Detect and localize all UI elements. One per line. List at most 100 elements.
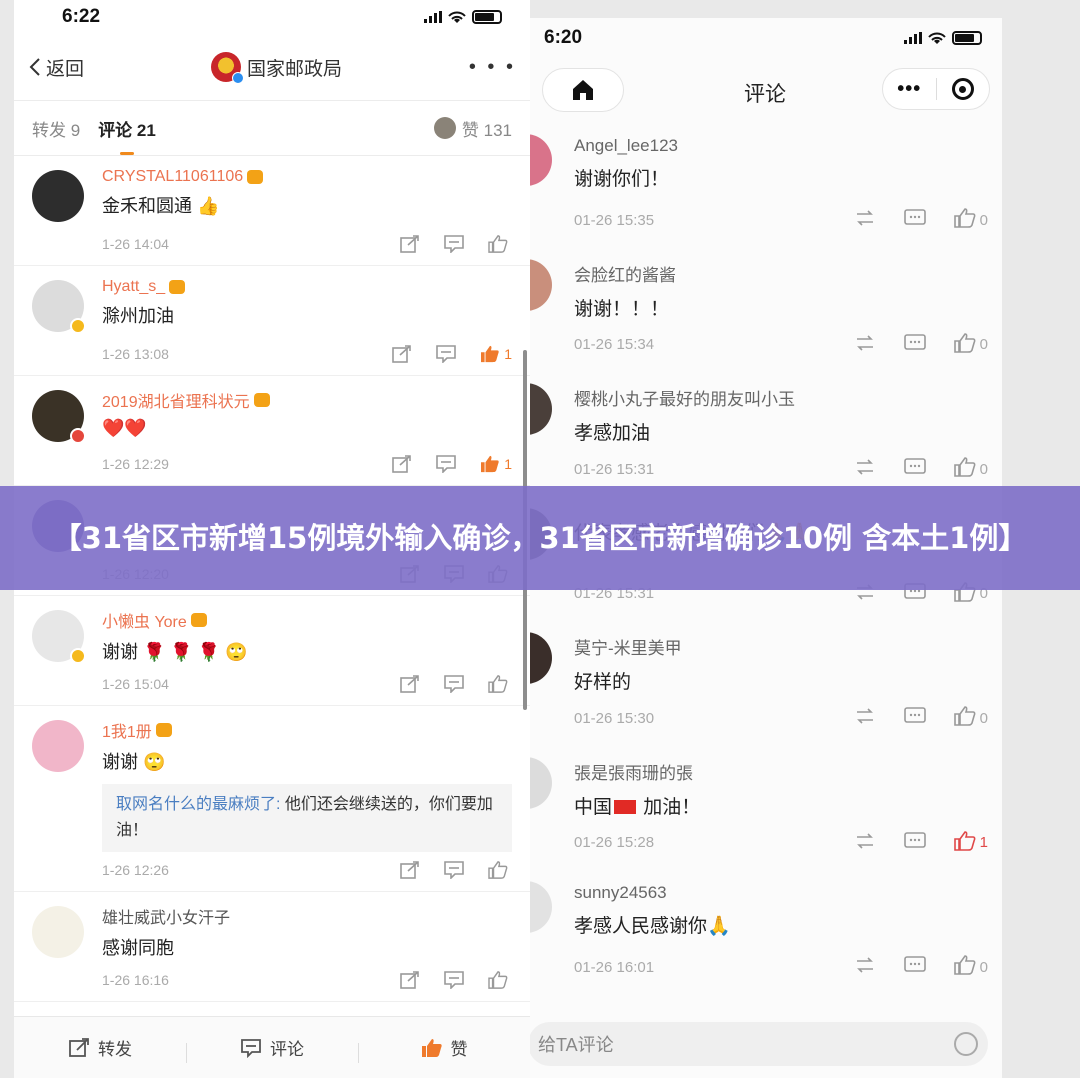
more-menu-button[interactable]: • • •: [469, 56, 516, 79]
repost-icon[interactable]: [854, 831, 876, 855]
reply-icon[interactable]: [444, 675, 464, 693]
repost-icon[interactable]: [854, 333, 876, 357]
account-avatar[interactable]: [210, 52, 244, 84]
reply-icon[interactable]: [903, 208, 926, 232]
avatar[interactable]: [528, 258, 552, 311]
comment-author[interactable]: 会脸红的酱酱: [574, 261, 1002, 286]
tab-comment[interactable]: 评论 21: [98, 116, 156, 155]
comment-icon: [241, 1038, 261, 1058]
repost-icon[interactable]: [854, 706, 876, 730]
comment-button[interactable]: 评论: [186, 1035, 358, 1063]
comment-author[interactable]: 樱桃小丸子最好的朋友叫小玉: [574, 385, 1002, 410]
reply-icon[interactable]: [436, 345, 457, 363]
author-name: Hyatt_s_: [102, 278, 166, 295]
signal-icon: [424, 11, 442, 23]
avatar[interactable]: [32, 390, 86, 444]
reply-icon[interactable]: [903, 333, 926, 357]
repost-button[interactable]: 转发: [14, 1035, 186, 1060]
comment-like-button[interactable]: 0: [953, 208, 988, 232]
more-menu-button[interactable]: •••: [883, 78, 936, 101]
avatar[interactable]: [32, 610, 86, 664]
back-button[interactable]: 返回: [28, 54, 84, 81]
verified-badge-icon: [231, 72, 244, 84]
comment-meta: 01-26 15:30 0: [574, 706, 988, 730]
reply-quote[interactable]: 取网名什么的最麻烦了: 他们还会继续送的，你们要加油！: [102, 784, 512, 852]
comment-author[interactable]: 張是張雨珊的張: [574, 759, 1002, 784]
comment-like-button[interactable]: 0: [953, 706, 988, 730]
comment-author[interactable]: 小懒虫 Yore: [102, 608, 530, 632]
headline-banner: 【31省区市新增15例境外输入确诊，31省区市新增确诊10例 含本土1例】: [0, 486, 1080, 590]
comment-author[interactable]: sunny24563: [574, 883, 1002, 903]
capsule-menu: •••: [882, 68, 990, 110]
comment-like-button[interactable]: 0: [953, 332, 988, 357]
tab-like[interactable]: 赞 131: [433, 116, 512, 141]
like-button[interactable]: 赞: [358, 1035, 530, 1063]
share-icon[interactable]: [400, 235, 420, 253]
comment-text: 好样的: [574, 667, 1002, 694]
comment-text-end: 加油！: [638, 796, 701, 818]
avatar[interactable]: [32, 280, 86, 334]
comment-author[interactable]: 1我1册: [102, 718, 530, 742]
avatar[interactable]: [32, 170, 84, 222]
avatar[interactable]: [528, 632, 552, 684]
reply-author[interactable]: 取网名什么的最麻烦了:: [116, 796, 280, 813]
share-icon[interactable]: [400, 861, 420, 879]
reply-icon[interactable]: [444, 235, 464, 253]
reply-icon[interactable]: [903, 955, 926, 979]
comment-like-button[interactable]: 0: [953, 457, 988, 481]
comment-author[interactable]: CRYSTAL11061106: [102, 168, 530, 186]
comment-author[interactable]: 莫宁-米里美甲: [574, 634, 1002, 659]
comment-like-button[interactable]: [488, 861, 512, 879]
comment-author[interactable]: Angel_lee123: [574, 136, 1002, 156]
thumbs-up-icon: [488, 971, 508, 989]
repost-label: 转发: [98, 1040, 132, 1059]
verified-badge-icon: [70, 648, 86, 664]
avatar[interactable]: [32, 720, 84, 772]
comment-meta: 1-26 14:04: [102, 235, 512, 253]
comment-meta: 01-26 15:31 0: [574, 457, 988, 481]
chevron-left-icon: [29, 58, 40, 76]
comment-author[interactable]: Hyatt_s_: [102, 278, 530, 296]
reply-icon[interactable]: [436, 455, 457, 473]
repost-icon[interactable]: [854, 955, 876, 979]
comment-like-button[interactable]: 1: [480, 345, 512, 363]
avatar[interactable]: [528, 383, 552, 435]
share-icon[interactable]: [400, 675, 420, 693]
repost-icon[interactable]: [854, 208, 876, 232]
comment-time: 1-26 16:16: [102, 972, 169, 988]
comment-meta: 1-26 13:08 1: [102, 345, 512, 363]
close-miniprogram-button[interactable]: [937, 78, 990, 100]
battery-icon: [472, 10, 502, 24]
comment-meta: 01-26 15:28 1: [574, 830, 988, 855]
comment-author[interactable]: 雄壮威武小女汗子: [102, 904, 530, 928]
comment-like-button[interactable]: [488, 675, 512, 693]
avatar[interactable]: [528, 881, 552, 933]
comment-like-button[interactable]: 0: [953, 955, 988, 979]
comment-like-button[interactable]: [488, 971, 512, 989]
reply-icon[interactable]: [444, 971, 464, 989]
thumbs-up-icon: [480, 345, 500, 363]
target-icon: [951, 78, 974, 100]
emoji-icon[interactable]: [954, 1032, 978, 1056]
avatar[interactable]: [32, 906, 84, 958]
share-icon[interactable]: [392, 345, 412, 363]
tab-repost[interactable]: 转发 9: [32, 116, 80, 141]
comment-like-button[interactable]: 1: [480, 455, 512, 473]
comment-input[interactable]: 给TA评论: [528, 1022, 988, 1066]
share-icon[interactable]: [392, 455, 412, 473]
comment-text: 中国 加油！: [574, 792, 1002, 819]
reply-icon[interactable]: [444, 861, 464, 879]
thumbs-up-icon: [953, 208, 976, 232]
reply-icon[interactable]: [903, 831, 926, 855]
comment-like-button[interactable]: [488, 235, 512, 253]
avatar[interactable]: [528, 756, 552, 809]
comment-author[interactable]: 2019湖北省理科状元: [102, 388, 530, 412]
reply-icon[interactable]: [903, 706, 926, 730]
status-time: 6:22: [62, 6, 101, 27]
comment-like-button[interactable]: 1: [953, 830, 988, 855]
reply-icon[interactable]: [903, 457, 926, 481]
interaction-tabs: 转发 9 评论 21 赞 131: [14, 100, 530, 156]
share-icon[interactable]: [400, 971, 420, 989]
repost-icon[interactable]: [854, 457, 876, 481]
avatar[interactable]: [528, 134, 552, 186]
